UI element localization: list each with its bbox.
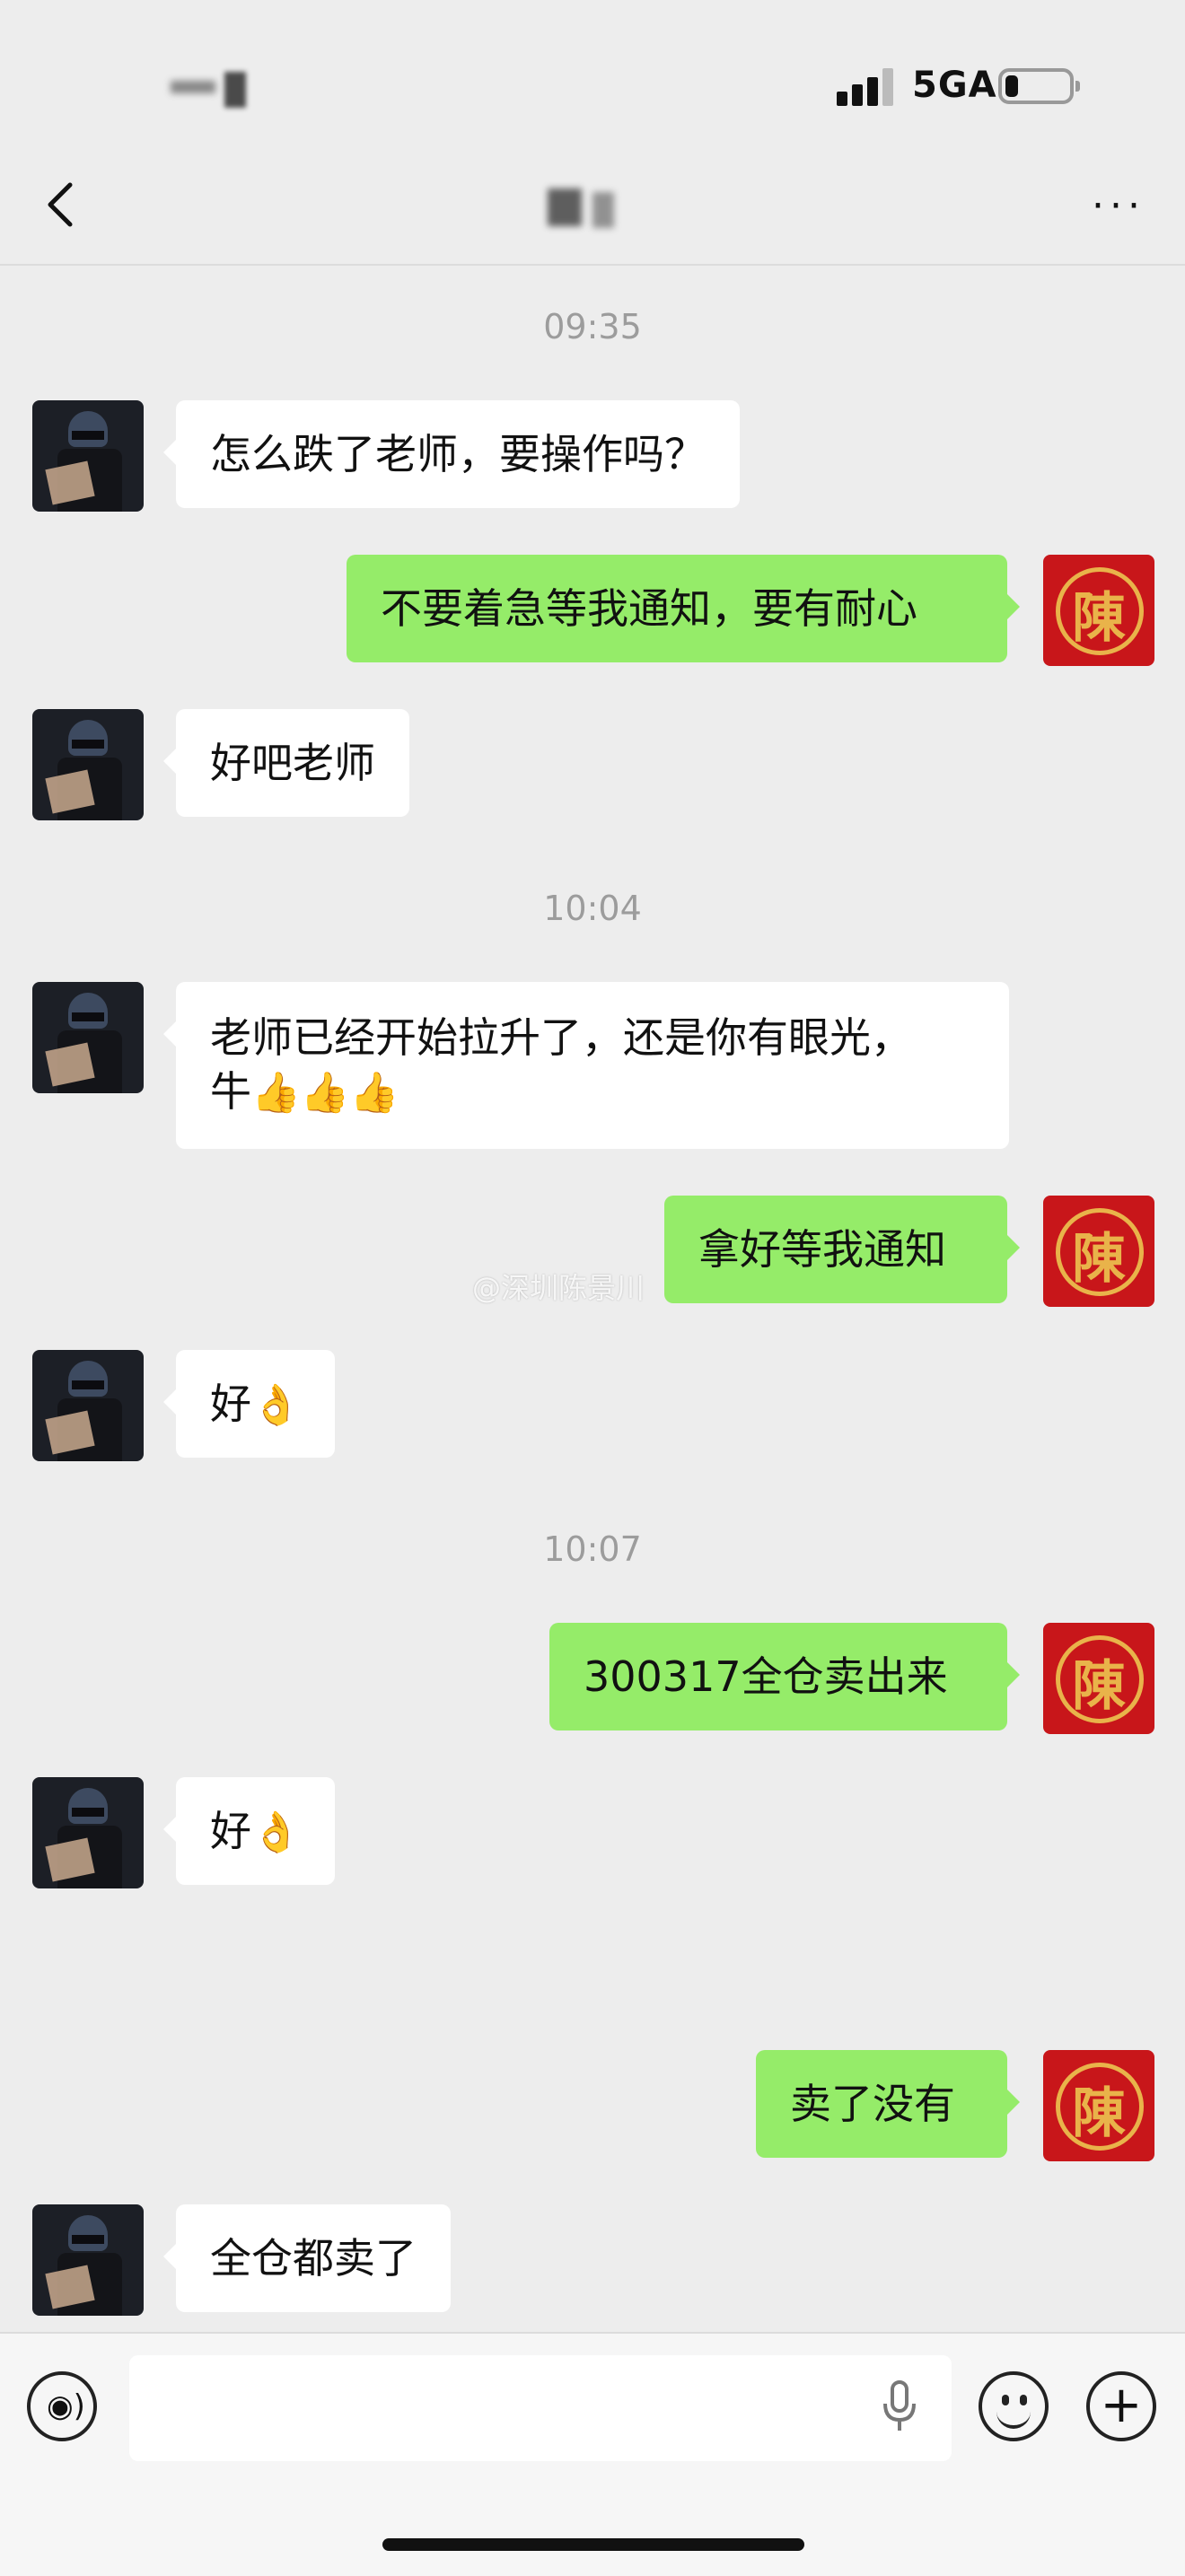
timestamp: 10:07 — [543, 1529, 642, 1569]
message-bubble[interactable]: 不要着急等我通知，要有耐心 — [347, 555, 1020, 662]
microphone-icon[interactable] — [882, 2380, 917, 2434]
message-text: 牛 — [210, 1067, 251, 1116]
avatar-char: 陳 — [1072, 1655, 1126, 1718]
status-bar: 5GA — [0, 0, 1185, 153]
avatar[interactable] — [32, 2204, 144, 2316]
avatar[interactable] — [32, 1350, 144, 1461]
message-text: 好吧老师 — [210, 739, 375, 787]
avatar[interactable]: 陳 — [1043, 1623, 1154, 1734]
watermark: @深圳陈景川 — [472, 1271, 645, 1305]
avatar-char: 陳 — [1072, 1228, 1126, 1291]
home-indicator[interactable] — [382, 2538, 804, 2551]
message-text: 300317全仓卖出来 — [584, 1652, 948, 1701]
emoji-icon[interactable] — [979, 2371, 1049, 2441]
message-text: 好 — [210, 1807, 251, 1855]
message-text: 拿好等我通知 — [698, 1225, 946, 1274]
message-bubble[interactable]: 老师已经开始拉升了，还是你有眼光， 牛👍👍👍 — [163, 982, 1009, 1149]
ok-hand-icon: 👌 — [251, 1809, 301, 1855]
message-input[interactable] — [129, 2355, 952, 2461]
avatar[interactable] — [32, 982, 144, 1093]
message-bubble[interactable]: 全仓都卖了 — [163, 2204, 451, 2312]
message-bubble[interactable]: 卖了没有 — [756, 2050, 1020, 2158]
message-text: 卖了没有 — [790, 2080, 955, 2128]
chevron-left-icon[interactable] — [36, 178, 90, 232]
message-text: 怎么跌了老师，要操作吗？ — [210, 430, 706, 478]
ok-hand-icon: 👌 — [251, 1382, 301, 1428]
avatar[interactable] — [32, 400, 144, 512]
contact-name-redacted — [548, 188, 637, 228]
more-icon[interactable]: ··· — [1092, 187, 1154, 226]
message-bubble[interactable]: 怎么跌了老师，要操作吗？ — [163, 400, 740, 508]
thumbs-up-icon: 👍👍👍 — [251, 1070, 399, 1116]
signal-bars-icon — [837, 66, 894, 106]
avatar[interactable] — [32, 1777, 144, 1888]
avatar-char: 陳 — [1072, 587, 1126, 650]
timestamp: 10:04 — [543, 889, 642, 928]
avatar[interactable] — [32, 709, 144, 820]
message-bubble[interactable]: 好👌 — [163, 1777, 335, 1885]
message-text: 老师已经开始拉升了，还是你有眼光， — [210, 1013, 912, 1062]
message-bubble[interactable]: 好👌 — [163, 1350, 335, 1458]
avatar[interactable]: 陳 — [1043, 1196, 1154, 1307]
battery-icon — [998, 68, 1080, 104]
chat-header: ··· — [0, 153, 1185, 266]
message-text: 全仓都卖了 — [210, 2234, 417, 2282]
voice-icon[interactable]: ◉) — [27, 2371, 97, 2441]
status-time-redacted — [171, 72, 296, 108]
message-text: 好 — [210, 1380, 251, 1428]
message-bubble[interactable]: 好吧老师 — [163, 709, 409, 817]
message-bubble[interactable]: 300317全仓卖出来 — [549, 1623, 1020, 1730]
avatar[interactable]: 陳 — [1043, 555, 1154, 666]
avatar[interactable]: 陳 — [1043, 2050, 1154, 2161]
message-text: 不要着急等我通知，要有耐心 — [381, 584, 917, 633]
avatar-char: 陳 — [1072, 2082, 1126, 2145]
timestamp: 09:35 — [543, 307, 642, 346]
plus-icon[interactable]: + — [1086, 2371, 1156, 2441]
network-label: 5GA — [912, 65, 997, 106]
input-bar: ◉) + — [0, 2332, 1185, 2576]
message-bubble[interactable]: 拿好等我通知 — [664, 1196, 1020, 1303]
